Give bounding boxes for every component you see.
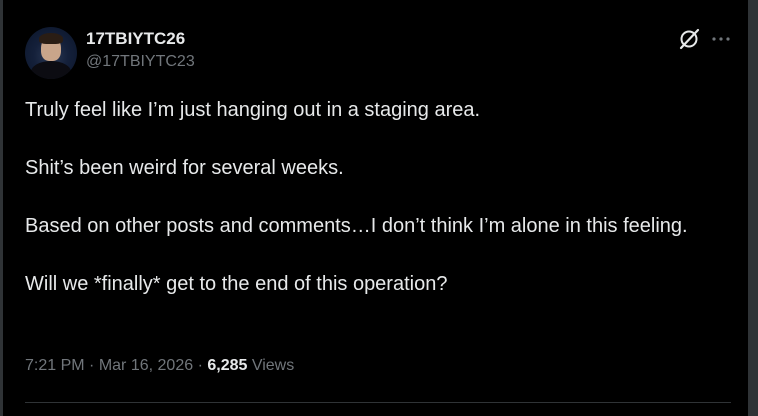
views-label: Views (251, 357, 295, 374)
post-paragraph: Based on other posts and comments…I don’… (25, 215, 688, 237)
post-paragraph: Truly feel like I’m just hanging out in … (25, 99, 481, 121)
post-time[interactable]: 7:21 PM (25, 357, 85, 374)
avatar[interactable] (25, 27, 77, 79)
post-metadata: 7:21 PM · Mar 16, 2026 · 6,285 Views (25, 357, 294, 375)
post-date[interactable]: Mar 16, 2026 (99, 357, 193, 374)
divider (25, 402, 731, 403)
more-icon-glyph (712, 37, 730, 41)
grok-icon[interactable] (677, 27, 701, 51)
meta-separator: · (197, 357, 203, 374)
window-frame-right (748, 0, 758, 416)
avatar-hair (39, 33, 63, 44)
views-count[interactable]: 6,285 (207, 357, 247, 374)
author-display-name[interactable]: 17TBIYTC26 (86, 29, 185, 49)
author-handle[interactable]: @17TBIYTC23 (86, 53, 195, 71)
post-paragraph: Shit’s been weird for several weeks. (25, 157, 344, 179)
post-paragraph: Will we *finally* get to the end of this… (25, 273, 448, 295)
post-text: Truly feel like I’m just hanging out in … (25, 96, 725, 299)
avatar-shoulders (31, 61, 71, 79)
grok-icon-glyph (679, 28, 700, 50)
more-icon[interactable] (709, 27, 733, 51)
post-card: 17TBIYTC26 @17TBIYTC23 Truly feel like I… (3, 0, 748, 416)
meta-separator: · (89, 357, 95, 374)
